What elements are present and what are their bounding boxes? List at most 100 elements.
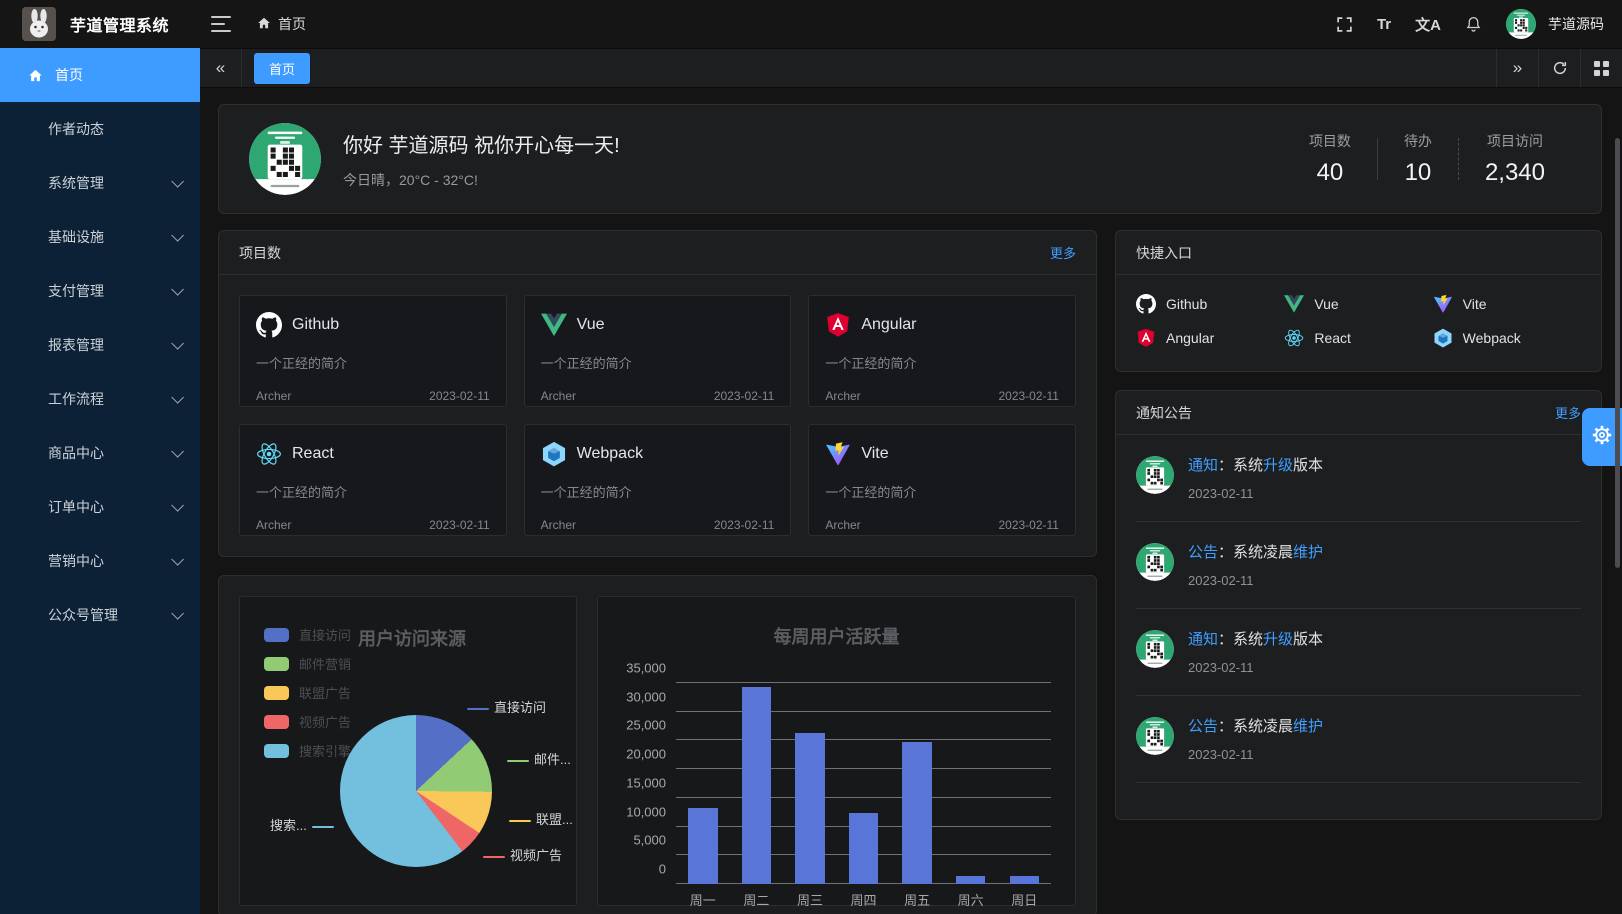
sidebar-item-label: 作者动态: [48, 119, 104, 139]
legend-item-4[interactable]: 搜索引擎: [264, 741, 351, 760]
angular-icon: [825, 312, 851, 338]
notices-list: 通知：系统升级版本 2023-02-11 公告：系统凌晨维护 2023-02-1…: [1116, 435, 1601, 819]
chevron-down-icon: [171, 337, 184, 350]
shortcut-angular[interactable]: Angular: [1136, 321, 1284, 355]
home-icon: [257, 16, 271, 33]
notice-item-0[interactable]: 通知：系统升级版本 2023-02-11: [1136, 435, 1581, 522]
pie-chart-card: 用户访问来源 直接访问邮件营销联盟广告视频广告搜索引擎 直接访问邮件...联盟.…: [239, 596, 577, 906]
shortcuts-card: 快捷入口 GithubVueViteAngularReactWebpack: [1115, 230, 1602, 372]
project-author: Archer: [825, 518, 860, 532]
legend-label: 邮件营销: [299, 654, 351, 673]
project-card-angular[interactable]: Angular 一个正经的简介 Archer2023-02-11: [808, 295, 1076, 407]
sidebar-item-1[interactable]: 作者动态: [0, 102, 200, 156]
legend-swatch: [264, 657, 289, 671]
sidebar-item-label: 报表管理: [48, 335, 104, 355]
angular-icon: [1136, 328, 1156, 348]
sidebar-item-7[interactable]: 商品中心: [0, 426, 200, 480]
webpack-icon: [1433, 328, 1453, 348]
sidebar-item-3[interactable]: 基础设施: [0, 210, 200, 264]
y-tick-label: 10,000: [626, 804, 666, 819]
x-tick-label: 周五: [890, 890, 944, 909]
shortcut-label: React: [1314, 330, 1351, 346]
sidebar-item-10[interactable]: 公众号管理: [0, 588, 200, 642]
projects-more-link[interactable]: 更多: [1050, 243, 1076, 262]
stat-2: 项目访问2,340: [1459, 131, 1571, 187]
bar-chart-title: 每周用户活跃量: [598, 623, 1075, 649]
sidebar-item-label: 营销中心: [48, 551, 104, 571]
legend-item-1[interactable]: 邮件营销: [264, 654, 351, 673]
notice-item-3[interactable]: 公告：系统凌晨维护 2023-02-11: [1136, 696, 1581, 783]
shortcut-label: Vite: [1463, 296, 1487, 312]
tabs-scroll-right-icon[interactable]: »: [1496, 49, 1538, 87]
chevron-down-icon: [171, 445, 184, 458]
tab-home[interactable]: 首页: [254, 53, 310, 84]
project-author: Archer: [256, 518, 291, 532]
user-avatar[interactable]: [1506, 9, 1536, 39]
stat-label: 项目访问: [1485, 131, 1545, 151]
bar-周六: [956, 876, 985, 884]
y-tick-label: 5,000: [633, 833, 666, 848]
shortcut-label: Angular: [1166, 330, 1214, 346]
app-title: 芋道管理系统: [70, 12, 169, 36]
pie-label-0: 直接访问: [462, 697, 546, 716]
shortcut-react[interactable]: React: [1284, 321, 1432, 355]
tabs-collapse-left-icon[interactable]: «: [200, 49, 242, 87]
sidebar-item-9[interactable]: 营销中心: [0, 534, 200, 588]
legend-item-0[interactable]: 直接访问: [264, 625, 351, 644]
legend-item-2[interactable]: 联盟广告: [264, 683, 351, 702]
shortcut-vue[interactable]: Vue: [1284, 287, 1432, 321]
font-size-icon[interactable]: Tr: [1377, 16, 1391, 33]
project-name: React: [292, 445, 334, 463]
tabs-menu-grid-icon[interactable]: [1580, 49, 1622, 87]
sidebar-item-6[interactable]: 工作流程: [0, 372, 200, 426]
project-name: Vite: [861, 445, 888, 463]
react-icon: [1284, 328, 1304, 348]
y-tick-label: 35,000: [626, 661, 666, 676]
bell-icon[interactable]: [1465, 15, 1482, 33]
project-card-vue[interactable]: Vue 一个正经的简介 Archer2023-02-11: [524, 295, 792, 407]
bar-chart-card: 每周用户活跃量 05,00010,00015,00020,00025,00030…: [597, 596, 1076, 906]
sidebar-item-4[interactable]: 支付管理: [0, 264, 200, 318]
project-name: Vue: [577, 316, 605, 334]
legend-item-3[interactable]: 视频广告: [264, 712, 351, 731]
github-icon: [256, 312, 282, 338]
notices-more-link[interactable]: 更多: [1555, 403, 1581, 422]
tabs-refresh-icon[interactable]: [1538, 49, 1580, 87]
stat-0: 项目数40: [1283, 131, 1377, 187]
pie-label-1: 邮件...: [502, 749, 571, 768]
legend-label: 联盟广告: [299, 683, 351, 702]
vite-icon: [825, 441, 851, 467]
notice-item-2[interactable]: 通知：系统升级版本 2023-02-11: [1136, 609, 1581, 696]
sidebar-item-8[interactable]: 订单中心: [0, 480, 200, 534]
shortcut-github[interactable]: Github: [1136, 287, 1284, 321]
language-icon[interactable]: 文A: [1415, 14, 1441, 35]
username[interactable]: 芋道源码: [1548, 14, 1604, 34]
sidebar-item-0[interactable]: 首页: [0, 48, 200, 102]
welcome-greeting: 你好 芋道源码 祝你开心每一天!: [343, 129, 620, 158]
project-date: 2023-02-11: [998, 518, 1059, 532]
chevron-down-icon: [171, 553, 184, 566]
legend-swatch: [264, 628, 289, 642]
sidebar-item-2[interactable]: 系统管理: [0, 156, 200, 210]
project-card-vite[interactable]: Vite 一个正经的简介 Archer2023-02-11: [808, 424, 1076, 536]
scrollbar[interactable]: [1615, 138, 1620, 568]
project-card-webpack[interactable]: Webpack 一个正经的简介 Archer2023-02-11: [524, 424, 792, 536]
breadcrumb[interactable]: 首页: [257, 14, 306, 34]
sidebar-fold-icon[interactable]: [211, 16, 231, 32]
fullscreen-icon[interactable]: [1336, 16, 1353, 33]
sidebar-item-5[interactable]: 报表管理: [0, 318, 200, 372]
notice-avatar: [1136, 543, 1174, 581]
shortcut-webpack[interactable]: Webpack: [1433, 321, 1581, 355]
project-card-react[interactable]: React 一个正经的简介 Archer2023-02-11: [239, 424, 507, 536]
legend-swatch: [264, 715, 289, 729]
project-desc: 一个正经的简介: [541, 482, 775, 501]
notice-item-1[interactable]: 公告：系统凌晨维护 2023-02-11: [1136, 522, 1581, 609]
x-tick-label: 周日: [997, 890, 1051, 909]
pie-label-3: 视频广告: [478, 845, 562, 864]
project-card-github[interactable]: Github 一个正经的简介 Archer2023-02-11: [239, 295, 507, 407]
shortcut-vite[interactable]: Vite: [1433, 287, 1581, 321]
notices-card: 通知公告 更多 通知：系统升级版本 2023-02-11 公告：系统凌晨维护 2…: [1115, 390, 1602, 820]
charts-card: 用户访问来源 直接访问邮件营销联盟广告视频广告搜索引擎 直接访问邮件...联盟.…: [218, 575, 1097, 914]
notices-card-title: 通知公告: [1136, 403, 1192, 423]
project-author: Archer: [541, 389, 576, 403]
